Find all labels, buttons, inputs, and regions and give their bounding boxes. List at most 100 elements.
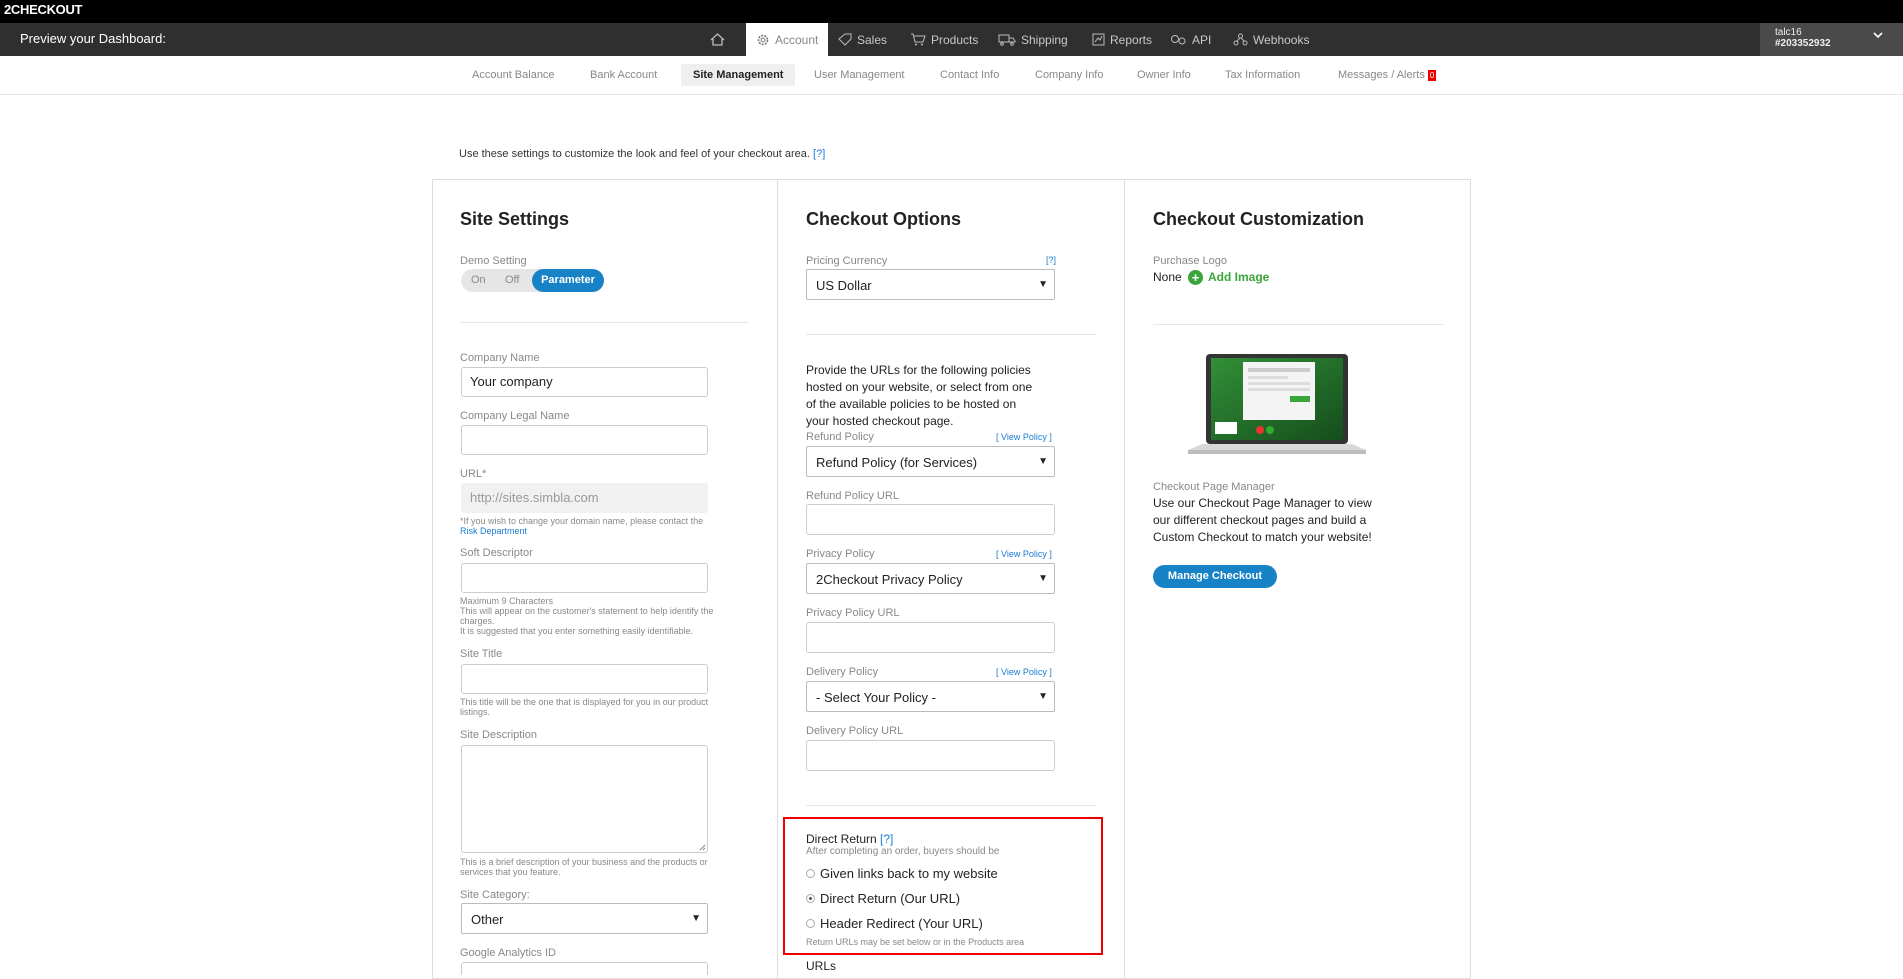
nav-webhooks[interactable]: Webhooks [1233,23,1309,56]
purchase-logo-value: None [1153,270,1182,284]
demo-off-option[interactable]: Off [505,274,519,286]
currency-help-link[interactable]: [?] [1046,255,1056,265]
site-description-note: services that you feature. [460,867,561,877]
google-analytics-input[interactable] [461,962,708,975]
tab-tax-information[interactable]: Tax Information [1213,64,1312,86]
intro-label: Use these settings to customize the look… [459,148,810,160]
site-category-select[interactable]: Other ▼ [461,903,708,934]
radio-direct-return[interactable] [806,894,815,903]
intro-help-link[interactable]: [?] [813,148,825,160]
radio-header-redirect[interactable] [806,919,815,928]
reports-icon [1092,33,1105,46]
risk-department-link[interactable]: Risk Department [460,526,527,536]
site-category-value: Other [471,912,504,927]
company-name-input[interactable]: Your company [461,367,708,397]
manage-checkout-button[interactable]: Manage Checkout [1153,565,1277,588]
site-category-label: Site Category: [460,889,530,901]
soft-descriptor-note: Maximum 9 Characters [460,596,554,606]
url-label: URL* [460,468,487,480]
radio-links-back[interactable] [806,869,815,878]
policy-intro-line: hosted on your website, or select from o… [806,380,1033,394]
delivery-policy-select[interactable]: - Select Your Policy - ▼ [806,681,1055,712]
nav-api[interactable]: API [1170,23,1211,56]
delivery-policy-url-input[interactable] [806,740,1055,771]
direct-return-sub: After completing an order, buyers should… [806,846,1000,857]
site-title-input[interactable] [461,664,708,694]
soft-descriptor-input[interactable] [461,563,708,593]
demo-parameter-option[interactable]: Parameter [532,269,604,292]
truck-icon [998,34,1016,46]
site-settings-title: Site Settings [460,209,570,229]
pricing-currency-label: Pricing Currency [806,255,888,267]
tab-contact-info[interactable]: Contact Info [928,64,1011,86]
direct-return-help-link[interactable]: [?] [880,832,893,846]
soft-descriptor-note: It is suggested that you enter something… [460,626,694,636]
nav-sales[interactable]: Sales [838,23,887,56]
company-legal-name-input[interactable] [461,425,708,455]
tab-messages-label: Messages / Alerts [1338,69,1425,81]
privacy-view-policy-link[interactable]: [ View Policy ] [996,549,1052,559]
delivery-policy-url-label: Delivery Policy URL [806,725,904,737]
nav-sales-label: Sales [857,32,888,47]
urls-label: URLs [806,959,837,973]
nav-webhooks-label: Webhooks [1253,32,1310,47]
pricing-currency-value: US Dollar [816,278,872,293]
tab-user-management[interactable]: User Management [802,64,917,86]
delivery-policy-value: - Select Your Policy - [816,690,936,705]
delivery-view-policy-link[interactable]: [ View Policy ] [996,667,1052,677]
pricing-currency-select[interactable]: US Dollar ▼ [806,269,1055,300]
radio-direct-return-label[interactable]: Direct Return (Our URL) [820,891,960,906]
privacy-policy-select[interactable]: 2Checkout Privacy Policy ▼ [806,563,1055,594]
divider [806,334,1096,335]
refund-view-policy-link[interactable]: [ View Policy ] [996,432,1052,442]
tab-messages-alerts[interactable]: Messages / Alerts 0 [1326,64,1448,86]
add-image-icon[interactable]: + [1188,270,1203,285]
nav-products[interactable]: Products [910,23,978,56]
nav-home[interactable] [705,23,735,56]
gear-icon [757,34,769,45]
dropdown-arrow-icon: ▼ [1038,279,1048,290]
brand-logo[interactable]: 2CHECKOUT [4,2,83,17]
divider [1153,324,1443,325]
demo-setting-label: Demo Setting [460,255,527,267]
dropdown-arrow-icon: ▼ [1038,573,1048,584]
nav-products-label: Products [931,32,979,47]
tab-bank-account[interactable]: Bank Account [578,64,669,86]
nav-reports[interactable]: Reports [1092,23,1152,56]
main-nav: Preview your Dashboard: Account Sales Pr… [0,23,1903,56]
tab-owner-info[interactable]: Owner Info [1125,64,1203,86]
manager-desc-line: our different checkout pages and build a [1153,513,1367,527]
privacy-policy-url-input[interactable] [806,622,1055,653]
nav-account[interactable]: Account [746,23,829,56]
refund-policy-select[interactable]: Refund Policy (for Services) ▼ [806,446,1055,477]
checkout-page-manager-desc: Use our Checkout Page Manager to view ou… [1153,495,1372,546]
site-title-label: Site Title [460,648,503,660]
soft-descriptor-note: charges. [460,616,495,626]
site-description-textarea[interactable] [461,745,708,853]
soft-descriptor-note: This will appear on the customer's state… [460,606,714,616]
checkout-customization-title: Checkout Customization [1153,209,1365,229]
divider [806,805,1096,806]
tag-icon [838,33,852,46]
demo-setting-toggle[interactable]: On Off Parameter [461,269,604,292]
column-divider [777,179,778,979]
radio-links-back-label[interactable]: Given links back to my website [820,866,998,881]
user-menu[interactable]: talc16 #203352932 [1760,23,1903,56]
tab-company-info[interactable]: Company Info [1023,64,1115,86]
company-name-label: Company Name [460,352,540,364]
add-image-link[interactable]: Add Image [1208,270,1269,284]
resize-handle-icon[interactable] [699,844,706,851]
policy-intro-line: your hosted checkout page. [806,414,954,428]
radio-header-redirect-label[interactable]: Header Redirect (Your URL) [820,916,983,931]
dropdown-arrow-icon: ▼ [691,913,701,924]
tab-site-management[interactable]: Site Management [681,64,796,86]
user-id: #203352932 [1775,38,1831,49]
top-bar: 2CHECKOUT [0,0,1903,23]
refund-policy-value: Refund Policy (for Services) [816,455,978,470]
refund-policy-url-input[interactable] [806,504,1055,535]
tab-account-balance[interactable]: Account Balance [460,64,567,86]
nav-shipping[interactable]: Shipping [998,23,1068,56]
refund-policy-label: Refund Policy [806,431,874,443]
privacy-policy-label: Privacy Policy [806,548,875,560]
demo-on-option[interactable]: On [471,274,486,286]
